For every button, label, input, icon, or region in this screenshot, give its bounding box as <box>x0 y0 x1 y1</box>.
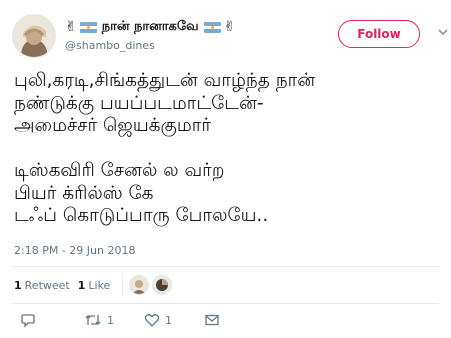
user-info: ✌ நான் நானாகவே ✌ @shambo_dines <box>65 18 235 52</box>
avatar[interactable] <box>12 14 56 58</box>
retweet-button[interactable]: 1 <box>84 312 114 328</box>
tweet-stats: 1 Retweet 1 Like <box>14 273 175 297</box>
reply-icon <box>21 314 35 328</box>
likes-count[interactable]: 1 <box>78 279 86 292</box>
retweets-label[interactable]: Retweet <box>25 279 70 292</box>
display-name-row[interactable]: ✌ நான் நானாகவே ✌ <box>65 18 235 36</box>
divider <box>12 266 439 267</box>
reply-button[interactable] <box>20 312 36 328</box>
mail-icon <box>205 314 219 326</box>
user-handle[interactable]: @shambo_dines <box>65 39 235 52</box>
tweet-timestamp[interactable]: 2:18 PM - 29 Jun 2018 <box>14 244 135 257</box>
argentina-flag-icon <box>203 21 221 33</box>
like-count: 1 <box>165 313 172 327</box>
retweeter-avatar[interactable] <box>152 275 173 295</box>
liker-avatar[interactable] <box>129 275 150 295</box>
chevron-down-icon[interactable] <box>436 24 450 38</box>
victory-hand-icon: ✌ <box>223 19 236 35</box>
retweets-count[interactable]: 1 <box>14 279 22 292</box>
display-name: நான் நானாகவே <box>101 19 199 34</box>
divider <box>12 303 439 304</box>
heart-icon <box>144 314 160 327</box>
direct-message-button[interactable] <box>204 312 220 328</box>
follow-button[interactable]: Follow <box>338 20 420 48</box>
retweet-icon <box>85 315 101 325</box>
retweet-count: 1 <box>107 313 114 327</box>
likes-label[interactable]: Like <box>88 279 110 292</box>
like-button[interactable]: 1 <box>144 312 172 328</box>
stats-separator <box>122 274 124 296</box>
tweet-text: புலி,கரடி,சிங்கத்துடன் வாழ்ந்த நான் நண்ட… <box>14 70 316 226</box>
victory-hand-icon: ✌ <box>65 19 77 35</box>
argentina-flag-icon <box>79 21 97 33</box>
tweet-header: ✌ நான் நானாகவே ✌ @shambo_dines Follow <box>12 12 448 60</box>
tweet-actions: 1 1 <box>20 312 440 330</box>
